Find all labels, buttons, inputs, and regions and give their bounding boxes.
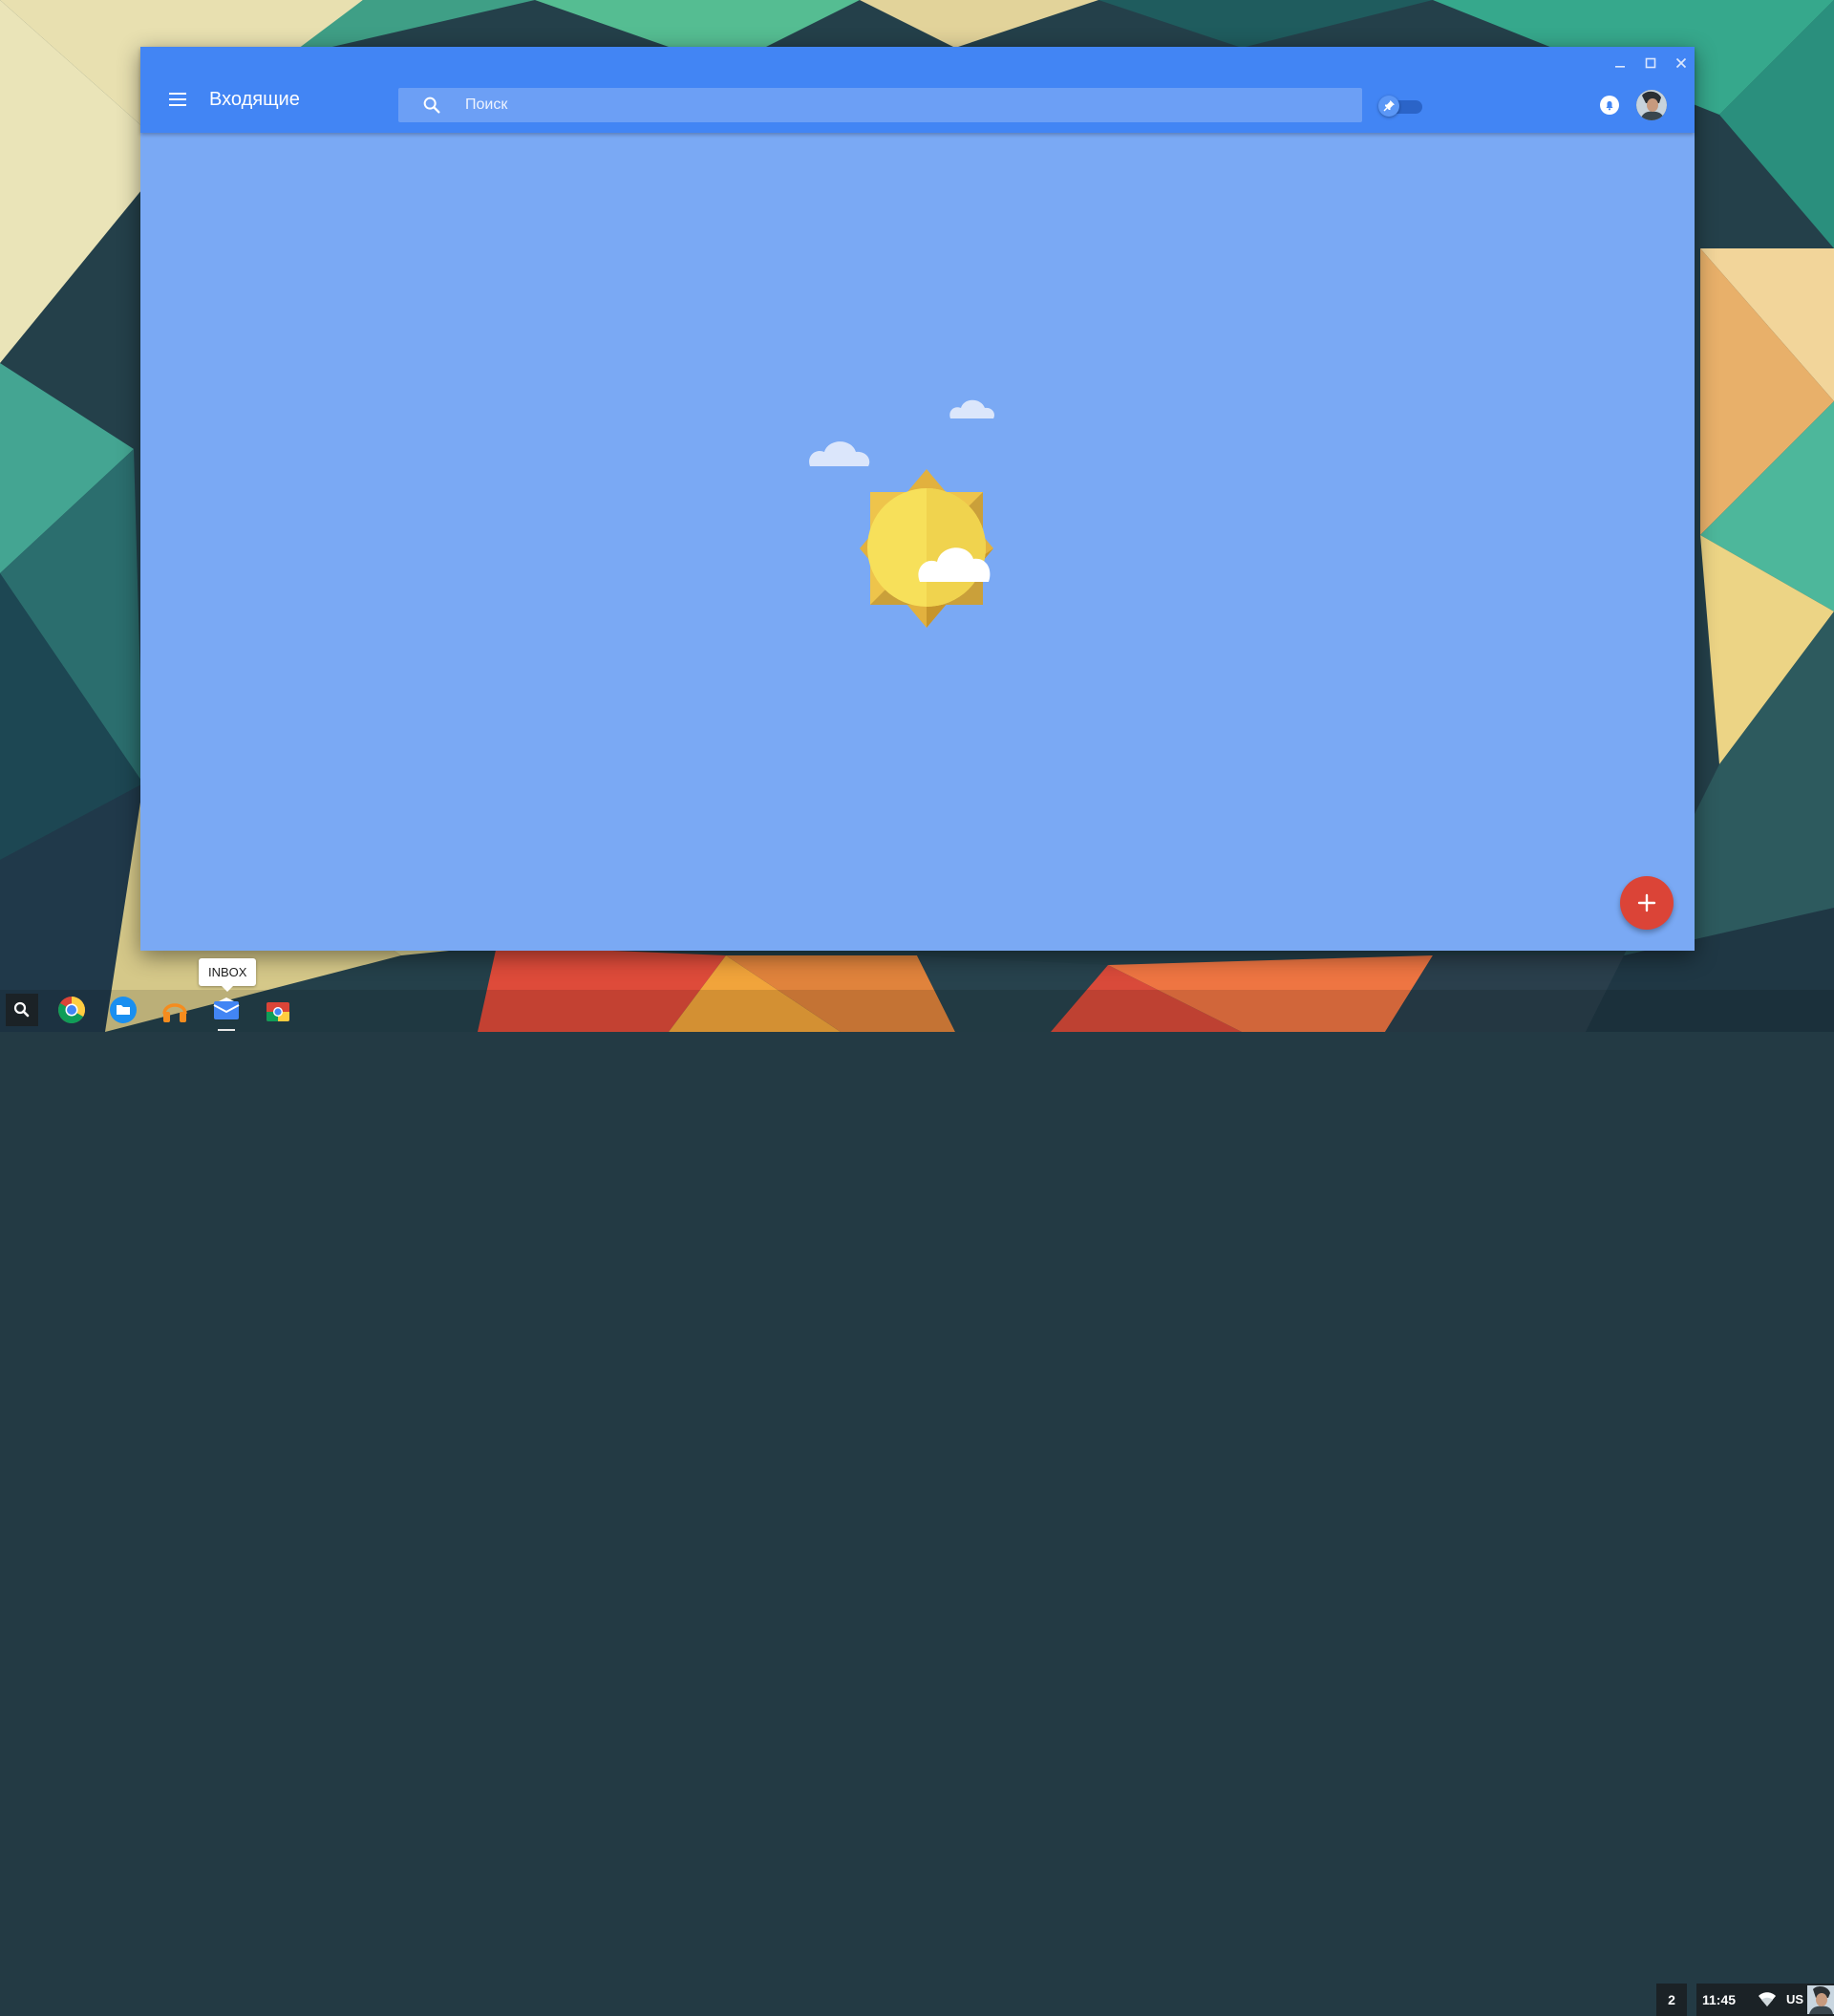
search-input[interactable]: [465, 88, 1325, 122]
inbox-icon: [213, 997, 240, 1019]
sun-icon: [860, 469, 993, 628]
shelf-app-webstore[interactable]: [263, 995, 293, 1025]
headphones-icon: [162, 1003, 187, 1022]
small-cloud-right-icon: [949, 399, 994, 418]
toggle-knob: [1378, 96, 1399, 117]
search-icon: [13, 1001, 30, 1018]
chrome-icon: [58, 997, 85, 1023]
bell-icon: [1600, 96, 1619, 115]
system-status-area[interactable]: 11:45 US: [1696, 1984, 1834, 2016]
maximize-icon: [1645, 57, 1656, 69]
desk-count-badge[interactable]: 2: [1656, 1984, 1687, 2016]
menu-icon: [169, 93, 186, 106]
inbox-window: Входящие: [140, 47, 1695, 951]
tooltip-label: INBOX: [208, 965, 247, 979]
shelf: 2 11:45 US: [0, 990, 1834, 2016]
user-avatar: [1807, 1985, 1834, 2014]
wifi-icon: [1759, 1992, 1776, 2006]
input-method-label: US: [1786, 1992, 1804, 2006]
shelf-app-chrome[interactable]: [56, 995, 87, 1025]
pinned-toggle[interactable]: [1378, 96, 1424, 117]
avatar-icon: [1636, 90, 1667, 120]
close-icon: [1675, 57, 1687, 69]
minimize-button[interactable]: [1610, 54, 1630, 73]
avatar[interactable]: [1636, 90, 1667, 120]
search-box[interactable]: [398, 88, 1362, 122]
shelf-tooltip: INBOX: [199, 958, 257, 992]
webstore-icon: [267, 1002, 289, 1021]
launcher-button[interactable]: [6, 994, 38, 1026]
clock: 11:45: [1702, 1992, 1737, 2007]
avatar-icon: [1809, 1985, 1833, 2014]
menu-button[interactable]: [163, 88, 192, 111]
minimize-icon: [1615, 66, 1625, 68]
shelf-app-files[interactable]: [108, 995, 139, 1025]
files-icon: [110, 997, 137, 1023]
small-cloud-left-icon: [809, 441, 870, 466]
shelf-app-music[interactable]: [160, 995, 190, 1025]
search-icon: [423, 97, 440, 114]
shelf-app-inbox[interactable]: [211, 995, 242, 1025]
page-title: Входящие: [209, 89, 300, 110]
running-indicator: [218, 1029, 235, 1031]
tooltip-arrow: [222, 986, 234, 992]
close-button[interactable]: [1672, 54, 1691, 73]
empty-inbox-illustration: [809, 399, 994, 628]
pin-icon: [1383, 100, 1395, 112]
reminders-button[interactable]: [1599, 95, 1620, 116]
compose-button[interactable]: [1620, 876, 1674, 930]
app-bar: Входящие: [140, 47, 1695, 133]
maximize-button[interactable]: [1641, 54, 1660, 73]
plus-icon: [1637, 893, 1656, 912]
